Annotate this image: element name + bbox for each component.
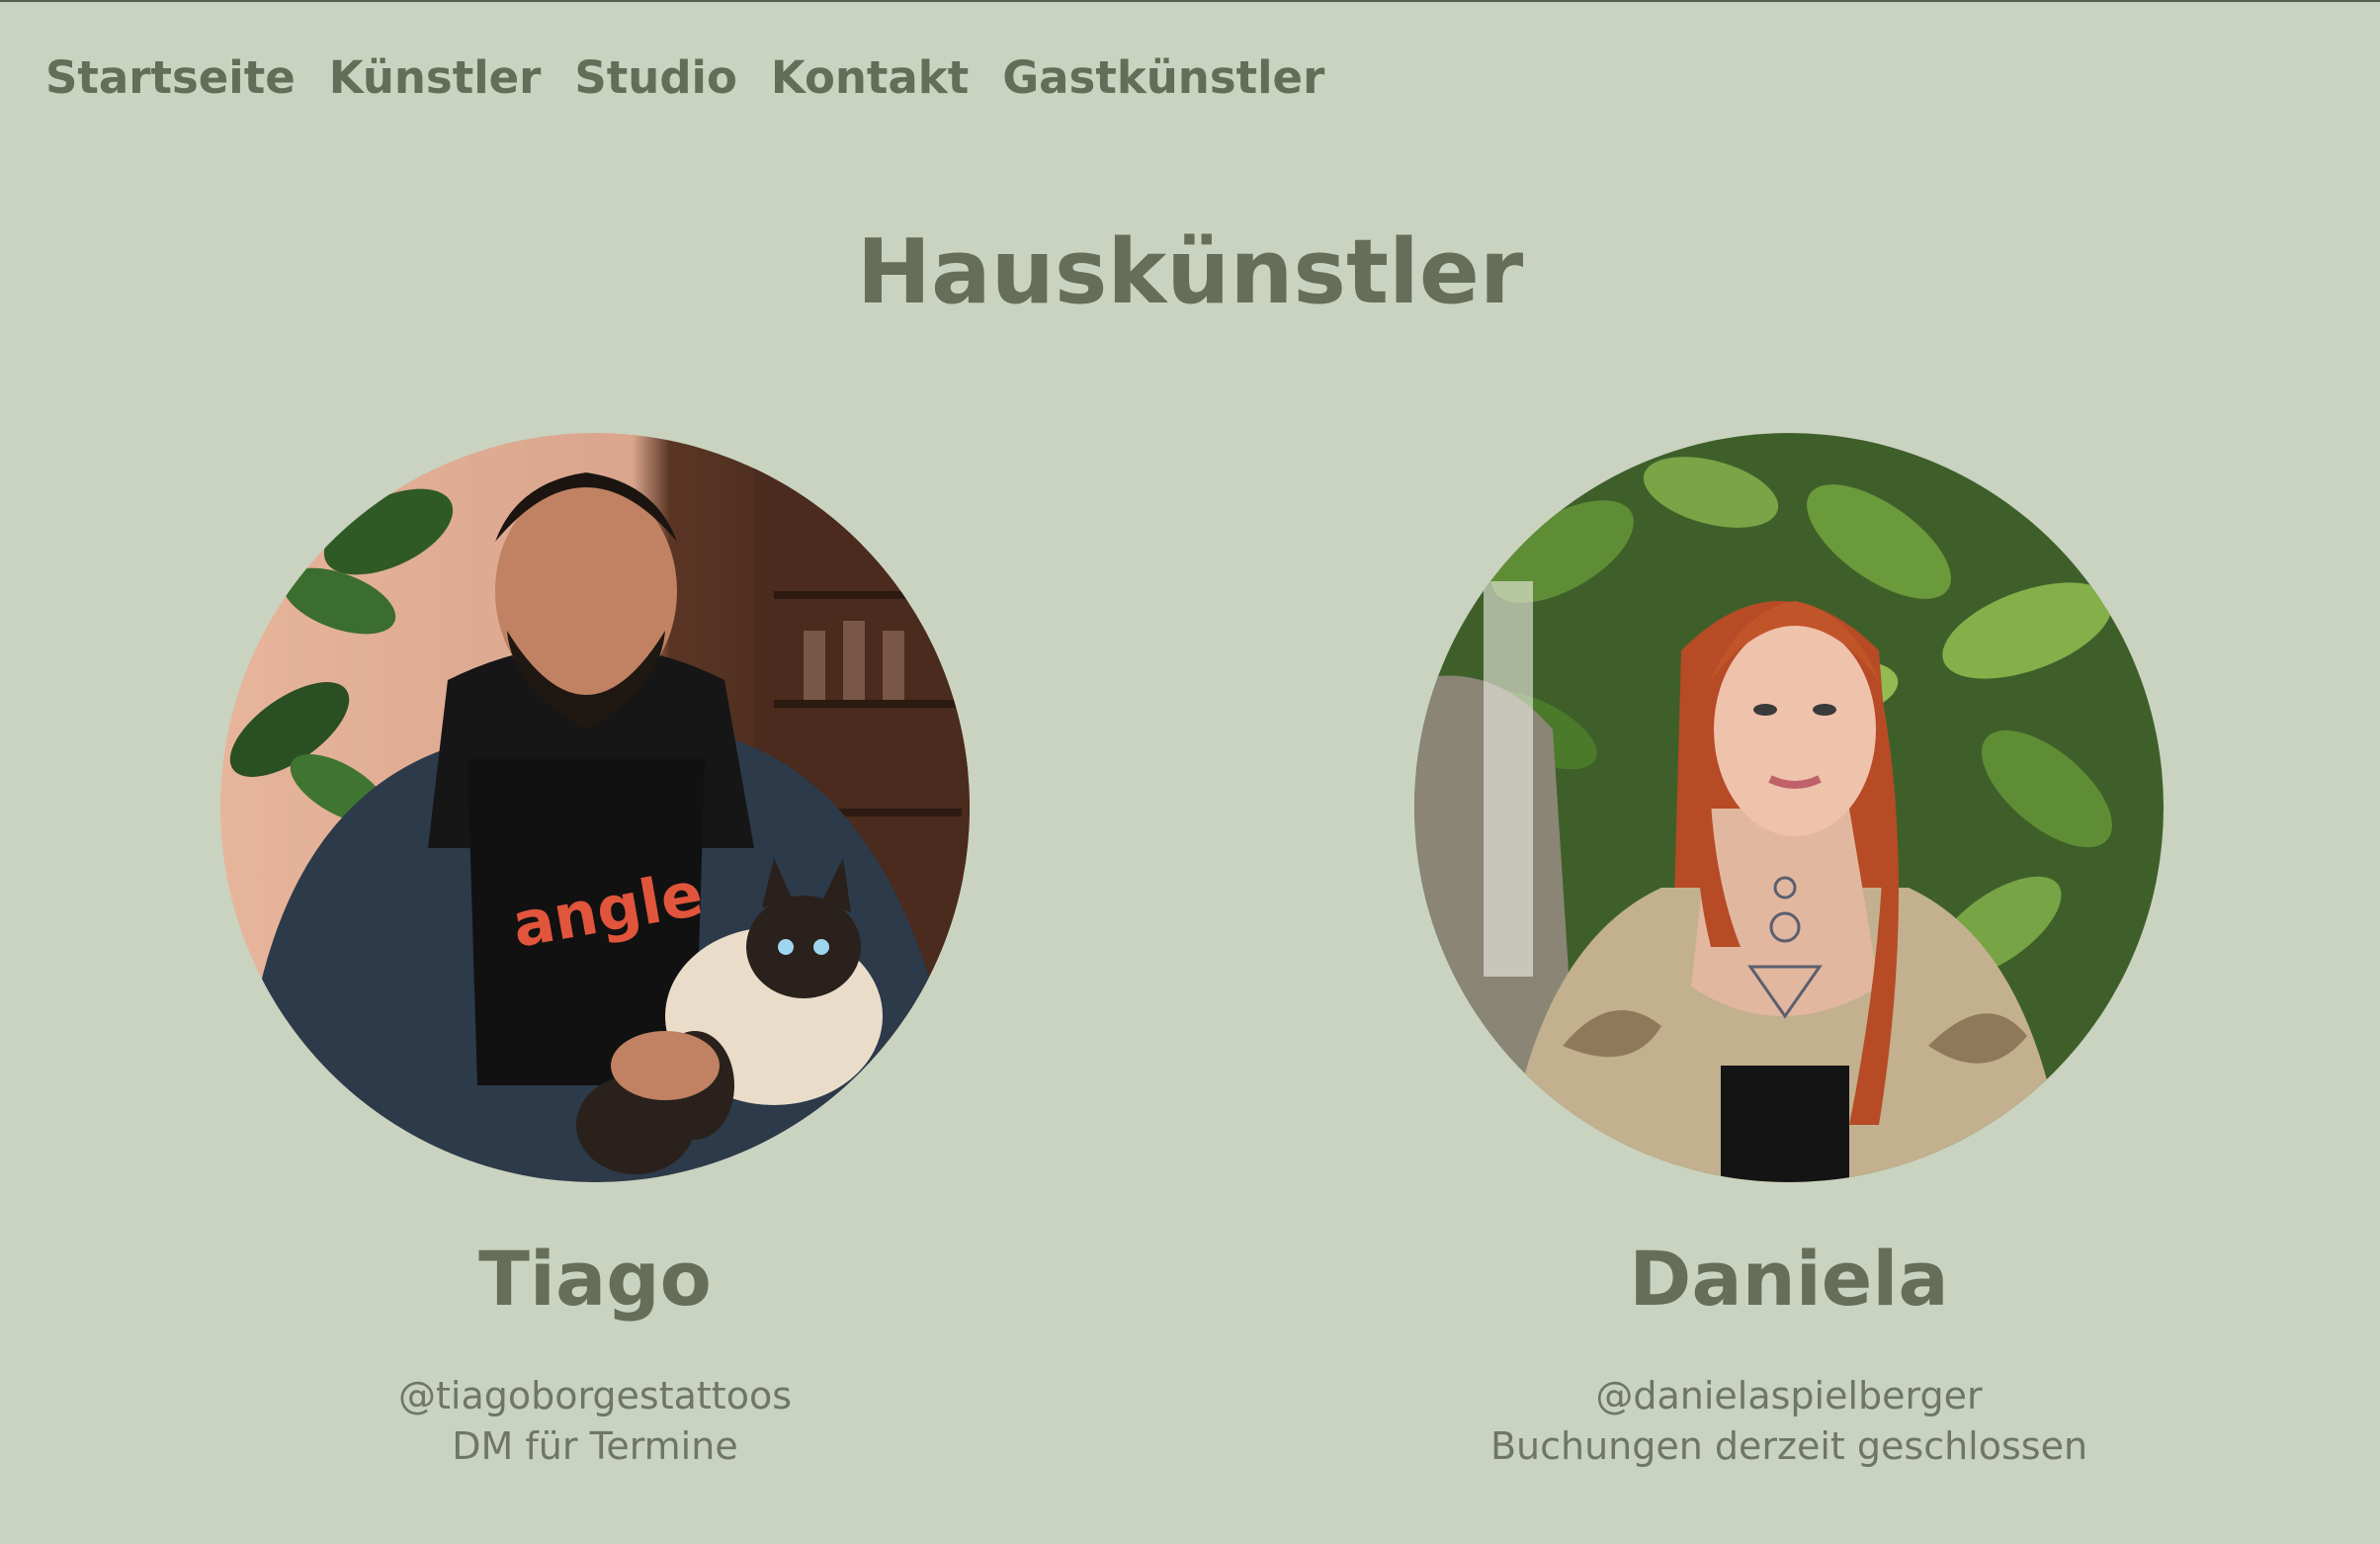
artist-instagram-link[interactable]: @tiagoborgestattoos (219, 1371, 971, 1421)
artist-booking-note: DM für Termine (452, 1424, 738, 1469)
main-navigation: Startseite Künstler Studio Kontakt Gastk… (45, 51, 1324, 104)
artist-photo-tiago: angle (220, 433, 970, 1182)
nav-link-studio[interactable]: Studio (574, 51, 737, 104)
artist-booking-note: Buchungen derzeit geschlossen (1489, 1424, 2088, 1469)
woman-with-plants-portrait-icon (1414, 433, 2164, 1182)
nav-link-gastkuenstler[interactable]: Gastkünstler (1002, 51, 1324, 104)
artist-card-tiago: angle Tiago @tiagoborgestattoos DM für T… (219, 433, 971, 1473)
page-title: Hauskünstler (856, 220, 1524, 324)
man-with-cat-portrait-icon: angle (220, 433, 970, 1182)
artist-card-daniela: Daniela @danielaspielberger Buchungen de… (1413, 433, 2165, 1473)
artist-name: Tiago (478, 1235, 712, 1323)
nav-link-startseite[interactable]: Startseite (45, 51, 296, 104)
nav-link-kontakt[interactable]: Kontakt (771, 51, 969, 104)
top-border-line (0, 0, 2380, 2)
artist-instagram-link[interactable]: @danielaspielberger (1413, 1371, 2165, 1421)
nav-link-kuenstler[interactable]: Künstler (329, 51, 542, 104)
artist-name: Daniela (1629, 1235, 1949, 1323)
artist-photo-daniela (1414, 433, 2164, 1182)
